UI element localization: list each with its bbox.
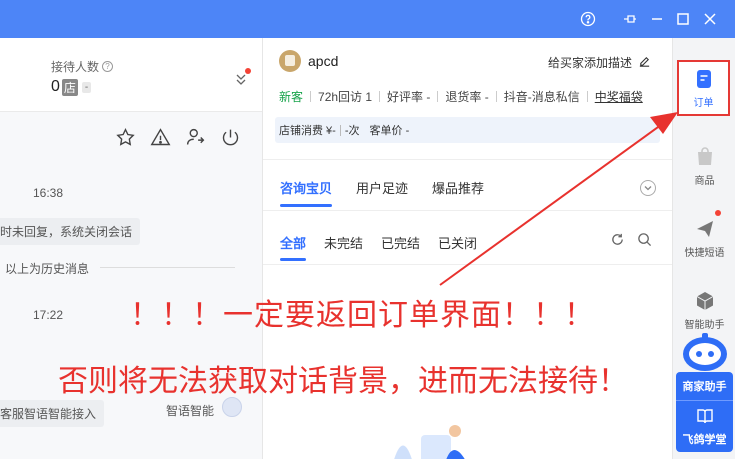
source-channel: 抖音-消息私信 bbox=[503, 90, 580, 104]
tab-consult-item[interactable]: 咨询宝贝 bbox=[280, 178, 333, 207]
sidebar-item-goods[interactable]: 商品 bbox=[673, 146, 735, 187]
prize-bag-link[interactable]: 中奖福袋 bbox=[595, 88, 643, 105]
store-badge: 店 bbox=[61, 78, 78, 96]
edit-icon bbox=[638, 55, 651, 71]
chevron-down-icon[interactable] bbox=[640, 180, 656, 196]
annotation-text-2: 否则将无法获取对话背景，进而无法接待！ bbox=[58, 364, 628, 399]
bot-name: 智语智能 bbox=[166, 404, 215, 418]
consumption-amount: 店铺消费 ¥- bbox=[279, 125, 336, 137]
system-message: 客服智语智能接入 bbox=[0, 400, 105, 427]
history-label: 以上为历史消息 bbox=[5, 262, 90, 276]
feige-school-button[interactable]: 飞鸽学堂 bbox=[676, 400, 733, 452]
notification-dot bbox=[715, 210, 721, 216]
reception-count-value: 0 店 - bbox=[51, 78, 92, 96]
pin-icon[interactable] bbox=[620, 9, 640, 29]
history-divider: 以上为历史消息 bbox=[5, 260, 235, 277]
power-icon[interactable] bbox=[219, 126, 241, 148]
sidebar-item-assistant[interactable]: 智能助手 bbox=[673, 290, 735, 331]
expand-down-icon[interactable] bbox=[235, 72, 247, 86]
star-icon[interactable] bbox=[114, 126, 136, 148]
refund-rate-stat: 退货率 - bbox=[445, 90, 489, 104]
bot-avatar bbox=[222, 397, 242, 417]
good-rate-stat: 好评率 - bbox=[387, 90, 431, 104]
avg-order-price: 客单价 - bbox=[369, 125, 410, 137]
notification-dot bbox=[245, 68, 251, 74]
refresh-icon[interactable] bbox=[610, 232, 625, 250]
tab-closed[interactable]: 已关闭 bbox=[438, 233, 477, 261]
tab-completed[interactable]: 已完结 bbox=[381, 233, 420, 261]
empty-state-illustration bbox=[394, 425, 465, 459]
customer-avatar bbox=[279, 50, 301, 72]
consumption-times: -次 bbox=[344, 125, 360, 137]
tab-incomplete[interactable]: 未完结 bbox=[324, 233, 363, 261]
system-message: 时未回复，系统关闭会话 bbox=[0, 218, 141, 245]
title-bar bbox=[0, 0, 735, 38]
user-transfer-icon[interactable] bbox=[184, 126, 206, 148]
sidebar-item-quick-reply[interactable]: 快捷短语 bbox=[673, 218, 735, 259]
message-time: 17:22 bbox=[33, 308, 64, 322]
cube-icon bbox=[694, 290, 716, 312]
reception-header: 接待人数 ? 0 店 - bbox=[0, 38, 262, 112]
reception-count-label: 接待人数 bbox=[51, 60, 100, 74]
merchant-assistant-button[interactable]: 商家助手 bbox=[676, 372, 733, 400]
tab-all[interactable]: 全部 bbox=[280, 233, 307, 261]
close-icon[interactable] bbox=[700, 9, 720, 29]
help-icon[interactable] bbox=[578, 9, 598, 29]
revisit-stat: 72h回访 1 bbox=[318, 90, 373, 104]
warning-icon[interactable] bbox=[149, 126, 171, 148]
store-consumption: 店铺消费 ¥- -次 客单价 - bbox=[275, 117, 660, 143]
order-tabs: 全部 未完结 已完结 已关闭 bbox=[280, 233, 477, 261]
chat-toolbar bbox=[114, 126, 241, 148]
message-time: 16:38 bbox=[33, 186, 64, 200]
tab-user-footprint[interactable]: 用户足迹 bbox=[356, 178, 408, 207]
robot-assistant-icon[interactable] bbox=[680, 330, 730, 372]
tab-hot-recommend[interactable]: 爆品推荐 bbox=[432, 178, 484, 207]
shopping-bag-icon bbox=[694, 146, 716, 168]
sidebar-item-order[interactable]: 订单 bbox=[677, 60, 730, 116]
add-description-button[interactable]: 给买家添加描述 bbox=[548, 54, 651, 71]
minimize-icon[interactable] bbox=[647, 9, 667, 29]
reception-dash: - bbox=[81, 81, 92, 93]
maximize-icon[interactable] bbox=[673, 9, 693, 29]
search-icon[interactable] bbox=[637, 232, 652, 250]
customer-name: apcd bbox=[308, 53, 339, 69]
send-icon bbox=[694, 218, 716, 240]
help-icon[interactable]: ? bbox=[102, 61, 114, 72]
annotation-text-1: ！！！一定要返回订单界面！！！ bbox=[130, 298, 595, 333]
customer-stats: 新客 72h回访 1 好评率 - 退货率 - 抖音-消息私信 中奖福袋 bbox=[279, 88, 643, 105]
book-icon bbox=[696, 407, 714, 428]
new-customer-tag: 新客 bbox=[279, 90, 304, 104]
order-icon bbox=[693, 68, 715, 90]
main-tabs: 咨询宝贝 用户足迹 爆品推荐 bbox=[280, 178, 484, 207]
